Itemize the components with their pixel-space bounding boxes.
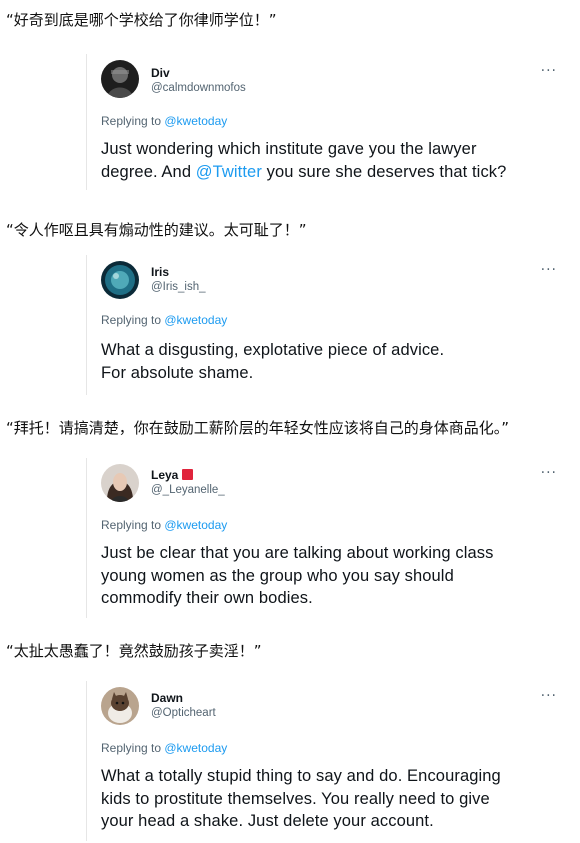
tweet-text-line: young women as the group who you say sho…: [101, 566, 454, 585]
red-square-emoji-icon: [182, 469, 194, 480]
tweet-text-line: kids to prostitute themselves. You reall…: [101, 789, 490, 808]
avatar-image: [101, 464, 139, 502]
avatar[interactable]: [101, 464, 139, 502]
quote-caption: “拜托！请搞清楚，你在鼓励工薪阶层的年轻女性应该将自己的身体商品化。”: [6, 419, 510, 437]
reply-tweet-card[interactable]: Iris @Iris_ish_ ··· Replying to @kwetoda…: [86, 255, 571, 395]
text-segment: degree. And: [101, 162, 196, 181]
tweet-text: Just wondering which institute gave you …: [101, 138, 561, 183]
tweet-text-line: your head a shake. Just delete your acco…: [101, 812, 434, 830]
quote-caption: “好奇到底是哪个学校给了你律师学位！”: [6, 11, 277, 29]
replying-to-line: Replying to @kwetoday: [101, 114, 227, 128]
tweet-text-line: What a totally stupid thing to say and d…: [101, 767, 501, 785]
display-name-text: Leya: [151, 468, 179, 482]
tweet-text-line: degree. And @Twitter you sure she deserv…: [101, 161, 561, 184]
more-options-icon[interactable]: ···: [541, 64, 557, 78]
user-handle[interactable]: @Opticheart: [151, 707, 216, 719]
tweet-text-line: Just be clear that you are talking about…: [101, 544, 494, 562]
replying-prefix: Replying to: [101, 741, 165, 755]
user-handle[interactable]: @Iris_ish_: [151, 281, 206, 293]
display-name[interactable]: Leya: [151, 468, 194, 482]
tweet-text: Just be clear that you are talking about…: [101, 542, 561, 610]
reply-tweet-card[interactable]: Dawn @Opticheart ··· Replying to @kwetod…: [86, 681, 571, 841]
avatar[interactable]: [101, 261, 139, 299]
tweet-text-line: commodify their own bodies.: [101, 589, 313, 607]
replying-prefix: Replying to: [101, 518, 165, 532]
replying-to-line: Replying to @kwetoday: [101, 741, 227, 755]
display-name[interactable]: Dawn: [151, 691, 183, 705]
tweet-text-line: Just wondering which institute gave you …: [101, 140, 477, 158]
twitter-mention-link[interactable]: @Twitter: [196, 163, 262, 181]
avatar[interactable]: [101, 60, 139, 98]
more-options-icon[interactable]: ···: [541, 466, 557, 480]
replying-to-mention[interactable]: @kwetoday: [164, 518, 227, 532]
avatar-image: [101, 261, 139, 299]
reply-tweet-card[interactable]: Div @calmdownmofos ··· Replying to @kwet…: [86, 54, 571, 190]
display-name[interactable]: Iris: [151, 265, 169, 279]
avatar-image: [101, 60, 139, 98]
user-handle[interactable]: @calmdownmofos: [151, 82, 246, 94]
tweet-text-line: For absolute shame.: [101, 363, 254, 382]
quote-caption: “令人作呕且具有煽动性的建议。太可耻了！”: [6, 221, 307, 239]
user-handle[interactable]: @_Leyanelle_: [151, 484, 225, 496]
tweet-text: What a disgusting, explotative piece of …: [101, 339, 561, 384]
reply-tweet-card[interactable]: Leya @_Leyanelle_ ··· Replying to @kweto…: [86, 458, 571, 618]
tweet-text: What a totally stupid thing to say and d…: [101, 765, 561, 833]
quote-caption: “太扯太愚蠢了！竟然鼓励孩子卖淫！”: [6, 642, 262, 660]
replying-prefix: Replying to: [101, 313, 165, 327]
more-options-icon[interactable]: ···: [541, 689, 557, 703]
replying-to-line: Replying to @kwetoday: [101, 518, 227, 532]
tweet-text-line: What a disgusting, explotative piece of …: [101, 341, 445, 359]
replying-to-mention[interactable]: @kwetoday: [164, 741, 227, 755]
avatar[interactable]: [101, 687, 139, 725]
replying-to-line: Replying to @kwetoday: [101, 313, 227, 327]
replying-prefix: Replying to: [101, 114, 165, 128]
text-segment: you sure she deserves that tick?: [261, 162, 507, 181]
replying-to-mention[interactable]: @kwetoday: [164, 114, 227, 128]
display-name[interactable]: Div: [151, 66, 170, 80]
more-options-icon[interactable]: ···: [541, 263, 557, 277]
avatar-image: [101, 687, 139, 725]
replying-to-mention[interactable]: @kwetoday: [164, 313, 227, 327]
